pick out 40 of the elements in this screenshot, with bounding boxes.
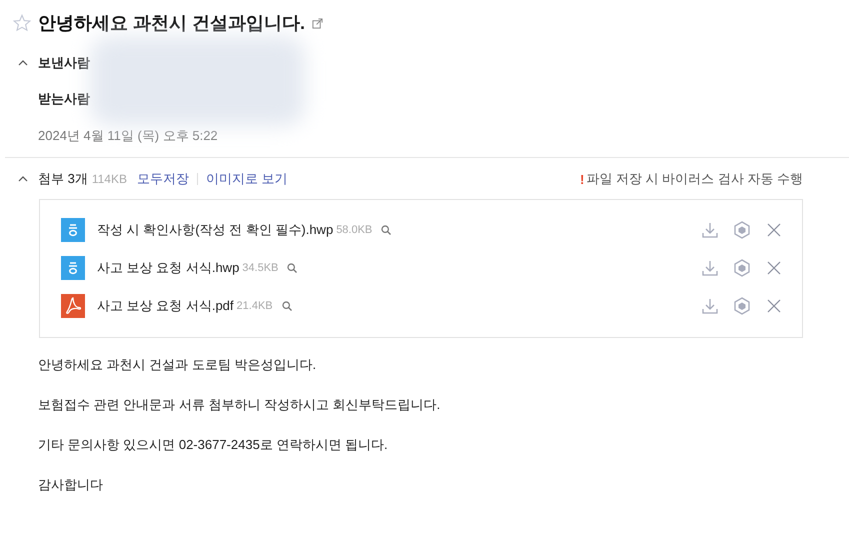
download-icon <box>700 258 720 278</box>
body-paragraph: 기타 문의사항 있으시면 02-3677-2435로 연락하시면 됩니다. <box>38 436 389 454</box>
body-paragraph: 보험접수 관련 안내문과 서류 첨부하니 작성하시고 회신부탁드립니다. <box>38 396 442 414</box>
hexagon-icon <box>732 258 752 278</box>
warning-mark: ! <box>580 172 584 186</box>
virus-scan-notice: 파일 저장 시 바이러스 검사 자동 수행 <box>586 170 803 188</box>
document-file-icon <box>61 218 85 242</box>
document-file-icon <box>61 256 85 280</box>
save-all-link[interactable]: 모두저장 <box>136 170 189 188</box>
file-name[interactable]: 사고 보상 요청 서식.hwp <box>97 259 240 277</box>
body-paragraph: 안녕하세요 과천시 건설과 도로팀 박은성입니다. <box>38 356 318 374</box>
view-as-image-link[interactable]: 이미지로 보기 <box>206 170 288 188</box>
search-icon[interactable] <box>282 301 292 311</box>
scan-button[interactable] <box>732 296 752 316</box>
body-paragraph: 감사합니다 <box>38 476 104 494</box>
search-icon[interactable] <box>381 225 392 235</box>
download-button[interactable] <box>700 296 720 316</box>
hexagon-icon <box>732 296 752 316</box>
download-icon <box>700 220 720 240</box>
file-size: 58.0KB <box>336 224 372 236</box>
star-icon[interactable] <box>13 14 31 32</box>
file-name[interactable]: 작성 시 확인사항(작성 전 확인 필수).hwp <box>97 221 334 239</box>
file-size: 21.4KB <box>236 300 273 312</box>
download-button[interactable] <box>700 258 720 278</box>
recipient-label: 받는사람 <box>38 90 90 108</box>
pdf-file-icon <box>61 294 85 318</box>
hexagon-icon <box>732 220 752 240</box>
email-subject: 안녕하세요 과천시 건설과입니다. <box>38 12 306 35</box>
attachment-count: 첨부 3개 <box>38 170 88 188</box>
file-name[interactable]: 사고 보상 요청 서식.pdf <box>97 297 234 315</box>
file-size: 34.5KB <box>242 262 278 274</box>
scan-button[interactable] <box>732 258 752 278</box>
download-button[interactable] <box>700 220 720 240</box>
attachment-size: 114KB <box>92 172 127 186</box>
scan-button[interactable] <box>732 220 752 240</box>
search-icon[interactable] <box>287 263 298 273</box>
download-icon <box>700 296 720 316</box>
external-link-icon[interactable] <box>312 18 324 28</box>
sender-label: 보낸사람 <box>38 54 90 72</box>
date-text: 2024년 4월 11일 (목) 오후 5:22 <box>37 127 219 145</box>
